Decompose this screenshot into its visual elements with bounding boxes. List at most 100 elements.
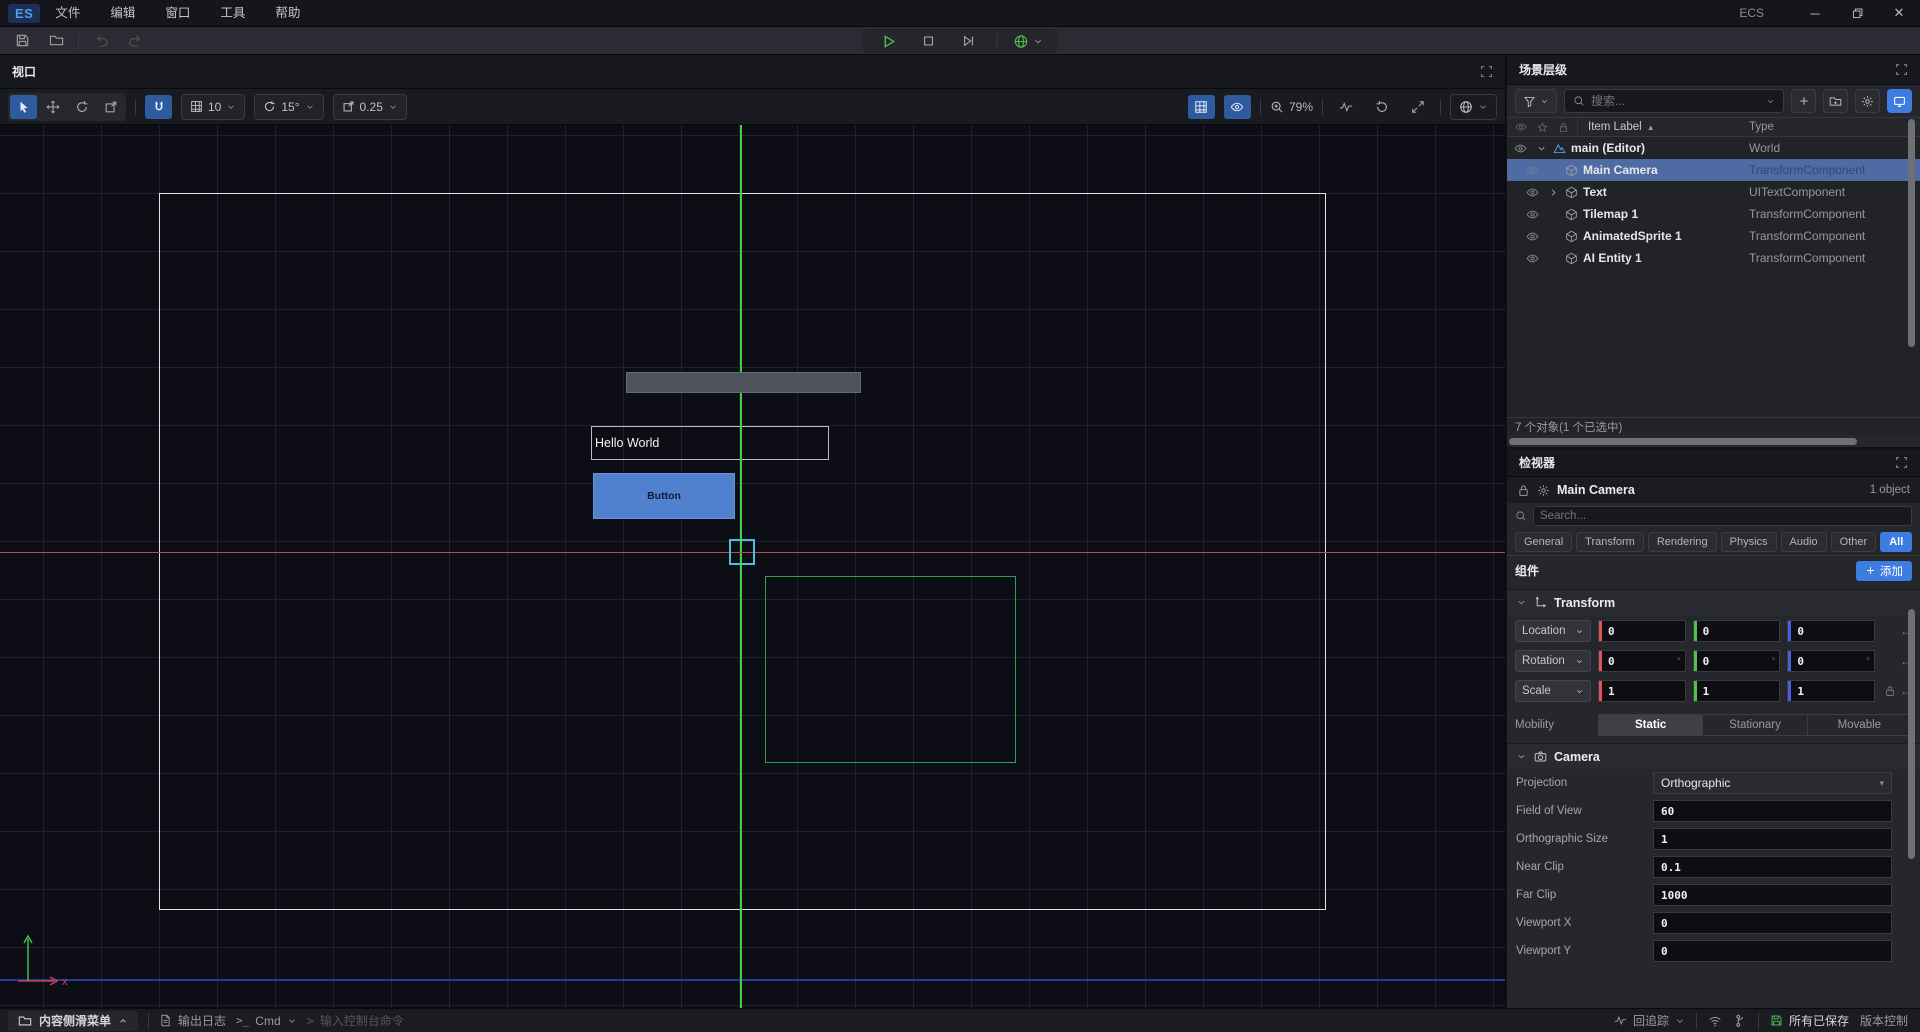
eye-icon[interactable] [1519, 252, 1545, 265]
save-button[interactable] [10, 30, 34, 52]
chevron-right-icon[interactable] [1545, 187, 1561, 198]
eye-icon[interactable] [1519, 230, 1545, 243]
fullscreen-button[interactable] [1404, 95, 1431, 119]
version-control-button[interactable]: 版本控制 [1860, 1012, 1908, 1029]
mobility-stationary[interactable]: Stationary [1702, 714, 1807, 736]
near-clip-input[interactable]: 0.1 [1653, 856, 1892, 878]
rotation-snap-dropdown[interactable]: 15° [254, 94, 323, 120]
select-tool-button[interactable] [10, 95, 37, 119]
chevron-down-icon[interactable] [1533, 143, 1549, 154]
output-log-button[interactable]: 输出日志 [159, 1012, 226, 1029]
location-z-input[interactable]: 0 [1787, 620, 1875, 642]
rotation-z-input[interactable]: 0° [1787, 650, 1875, 672]
viewport-x-input[interactable]: 0 [1653, 912, 1892, 934]
move-tool-button[interactable] [39, 95, 66, 119]
scene-green-rect[interactable] [765, 576, 1016, 763]
tree-row-main[interactable]: main (Editor) World [1507, 137, 1920, 159]
scale-x-input[interactable]: 1 [1598, 680, 1686, 702]
field-of-view-input[interactable]: 60 [1653, 800, 1892, 822]
scale-snap-dropdown[interactable]: 0.25 [333, 94, 407, 120]
menu-file[interactable]: 文件 [40, 0, 95, 26]
open-folder-button[interactable] [44, 30, 68, 52]
inspector-search-box[interactable] [1533, 506, 1912, 526]
hierarchy-search-input[interactable] [1591, 94, 1760, 108]
reset-view-button[interactable] [1368, 95, 1395, 119]
tab-audio[interactable]: Audio [1781, 532, 1827, 552]
menu-edit[interactable]: 编辑 [95, 0, 150, 26]
close-button[interactable]: ✕ [1878, 0, 1920, 26]
rotation-x-input[interactable]: 0° [1598, 650, 1686, 672]
mobility-movable[interactable]: Movable [1807, 714, 1912, 736]
grid-snap-dropdown[interactable]: 10 [181, 94, 245, 120]
save-status[interactable]: 所有已保存 [1770, 1012, 1849, 1029]
selection-box[interactable] [729, 539, 755, 565]
tab-physics[interactable]: Physics [1721, 532, 1777, 552]
app-logo[interactable]: ES [8, 4, 40, 23]
hierarchy-vertical-scrollbar[interactable] [1908, 119, 1915, 347]
tree-row-text[interactable]: Text UITextComponent [1507, 181, 1920, 203]
gizmo-visibility-button[interactable] [1224, 95, 1251, 119]
mobility-static[interactable]: Static [1598, 714, 1703, 736]
stop-button[interactable] [917, 30, 941, 52]
inspector-search-input[interactable] [1540, 510, 1905, 522]
projection-dropdown[interactable]: Orthographic ▾ [1653, 772, 1892, 794]
step-button[interactable] [957, 30, 981, 52]
snap-toggle-button[interactable] [145, 95, 172, 119]
gear-icon[interactable] [1537, 484, 1550, 497]
new-folder-button[interactable] [1823, 89, 1848, 113]
zoom-control[interactable]: 79% [1270, 100, 1313, 114]
content-drawer-button[interactable]: 内容侧滑菜单 [8, 1011, 138, 1031]
orthographic-size-input[interactable]: 1 [1653, 828, 1892, 850]
hierarchy-settings-button[interactable] [1855, 89, 1880, 113]
hierarchy-search-box[interactable] [1564, 89, 1784, 113]
eye-icon[interactable] [1519, 186, 1545, 199]
column-item-label[interactable]: Item Label [1588, 121, 1642, 133]
stats-button[interactable] [1332, 95, 1359, 119]
console-command-input[interactable]: > 输入控制台命令 [307, 1012, 404, 1029]
menu-tools[interactable]: 工具 [205, 0, 260, 26]
menu-window[interactable]: 窗口 [150, 0, 205, 26]
inspector-expand-icon[interactable] [1895, 456, 1908, 469]
rotation-y-input[interactable]: 0° [1693, 650, 1781, 672]
tree-row-ai-entity[interactable]: AI Entity 1 TransformComponent [1507, 247, 1920, 269]
scale-y-input[interactable]: 1 [1693, 680, 1781, 702]
world-select-dropdown[interactable] [1014, 30, 1044, 52]
viewport-expand-icon[interactable] [1480, 65, 1493, 78]
tab-all[interactable]: All [1880, 532, 1912, 552]
display-sync-button[interactable] [1887, 89, 1912, 113]
tree-row-tilemap[interactable]: Tilemap 1 TransformComponent [1507, 203, 1920, 225]
scene-text-object[interactable]: Hello World [591, 426, 829, 460]
far-clip-input[interactable]: 1000 [1653, 884, 1892, 906]
tree-row-main-camera[interactable]: Main Camera TransformComponent [1507, 159, 1920, 181]
menu-help[interactable]: 帮助 [260, 0, 315, 26]
tree-row-animatedsprite[interactable]: AnimatedSprite 1 TransformComponent [1507, 225, 1920, 247]
rotate-tool-button[interactable] [68, 95, 95, 119]
trace-dropdown[interactable]: 回追踪 [1614, 1012, 1685, 1029]
hierarchy-expand-icon[interactable] [1895, 63, 1908, 76]
undo-button[interactable] [89, 30, 113, 52]
uniform-scale-lock-icon[interactable] [1884, 685, 1896, 697]
tab-transform[interactable]: Transform [1576, 532, 1644, 552]
location-x-input[interactable]: 0 [1598, 620, 1686, 642]
source-control-branch-icon[interactable] [1733, 1014, 1747, 1028]
camera-section-header[interactable]: Camera [1507, 743, 1920, 769]
lock-icon[interactable] [1517, 484, 1530, 497]
minimize-button[interactable]: ─ [1794, 0, 1836, 26]
scene-gray-bar[interactable] [626, 372, 861, 393]
viewport-y-input[interactable]: 0 [1653, 940, 1892, 962]
column-type[interactable]: Type [1749, 121, 1774, 133]
filter-dropdown[interactable] [1515, 89, 1557, 113]
rotation-space-dropdown[interactable]: Rotation [1515, 650, 1591, 672]
horizontal-scrollbar[interactable] [1509, 438, 1857, 445]
location-y-input[interactable]: 0 [1693, 620, 1781, 642]
eye-icon[interactable] [1507, 142, 1533, 155]
add-component-button[interactable]: 添加 [1856, 561, 1912, 581]
scale-space-dropdown[interactable]: Scale [1515, 680, 1591, 702]
eye-icon[interactable] [1519, 208, 1545, 221]
viewport-world-dropdown[interactable] [1450, 94, 1497, 120]
redo-button[interactable] [123, 30, 147, 52]
inspector-vertical-scrollbar[interactable] [1908, 609, 1915, 859]
grid-visibility-button[interactable] [1188, 95, 1215, 119]
tab-other[interactable]: Other [1831, 532, 1877, 552]
scene-canvas[interactable]: Hello World Button x [0, 125, 1505, 1008]
